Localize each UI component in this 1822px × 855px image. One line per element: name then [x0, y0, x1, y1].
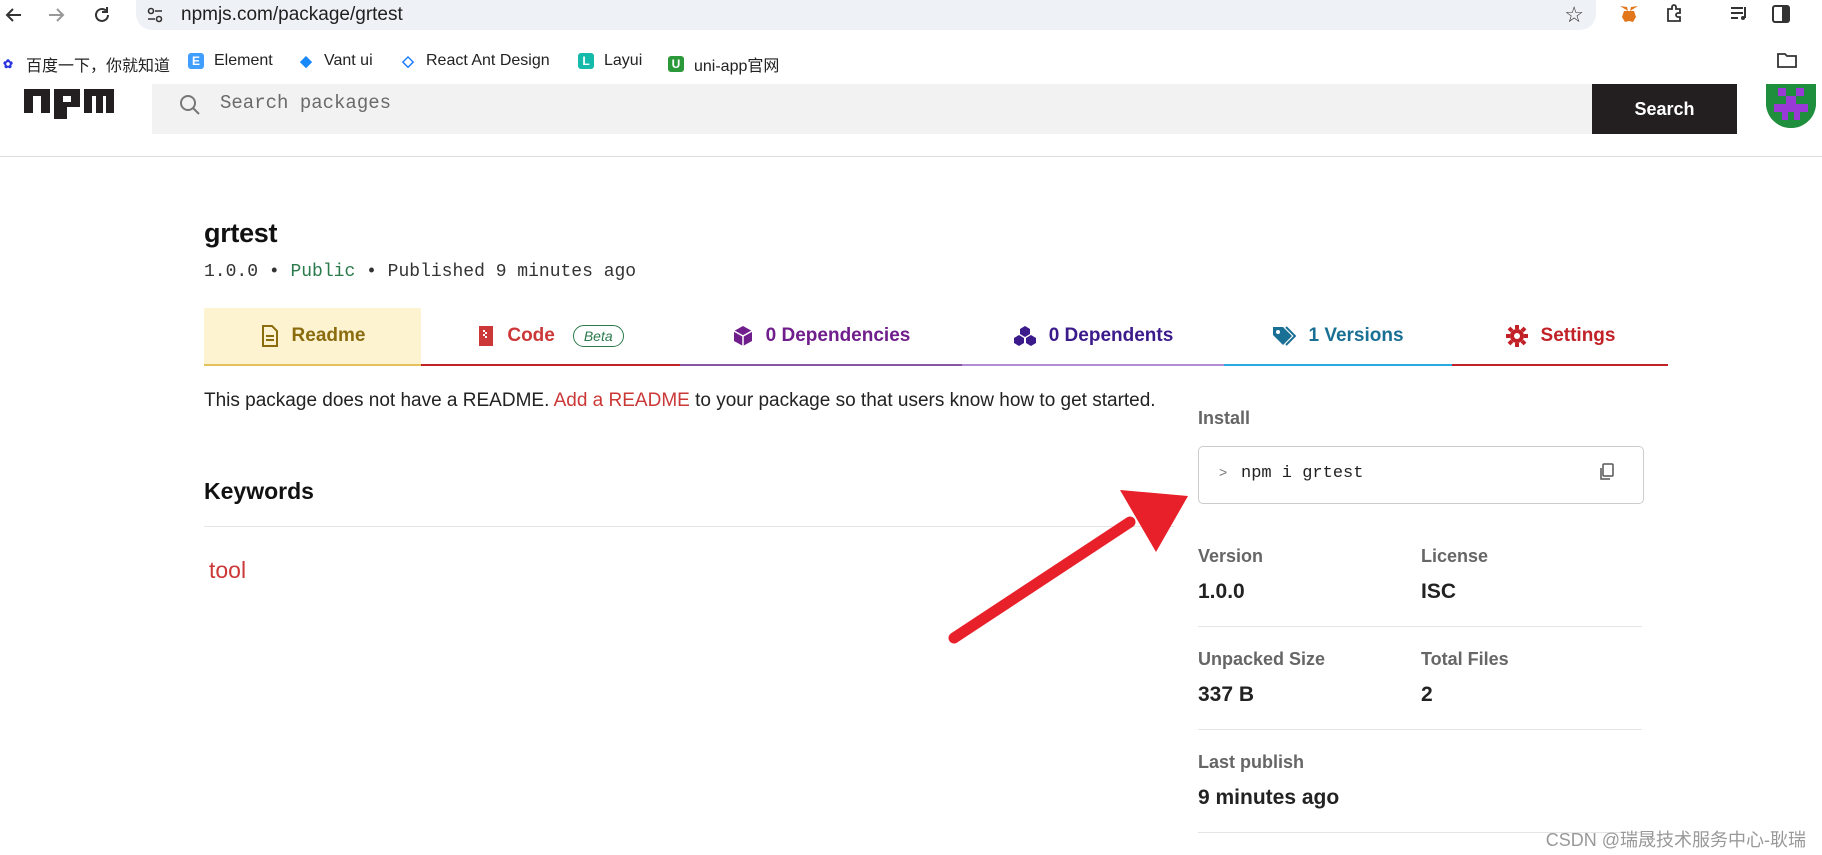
avatar[interactable] — [1766, 84, 1816, 128]
version-value: 1.0.0 — [1198, 580, 1245, 603]
tags-icon — [1272, 325, 1297, 347]
bookmark-label: Layui — [604, 52, 643, 69]
license-value: ISC — [1421, 580, 1457, 603]
bookmarks-bar: ✿ 百度一下，你就知道 E Element ◆ Vant ui ◇ React … — [0, 44, 1822, 78]
side-panel-icon[interactable] — [1770, 3, 1792, 31]
extensions-icon[interactable] — [1664, 3, 1686, 31]
unpacked-size-label: Unpacked Size — [1198, 649, 1326, 669]
readme-icon — [260, 325, 280, 347]
uniapp-icon: U — [668, 56, 684, 72]
package-visibility: Public — [290, 262, 356, 282]
tab-code[interactable]: Code Beta — [421, 308, 680, 366]
search-button[interactable]: Search — [1592, 84, 1737, 134]
search-icon — [178, 93, 202, 122]
divider — [1198, 729, 1642, 730]
readme-note-suffix: to your package so that users know how t… — [695, 390, 1156, 411]
tab-dependents[interactable]: 0 Dependents — [962, 308, 1224, 366]
bookmark-label: Element — [214, 52, 273, 69]
package-meta: 1.0.0 • Public • Published 9 minutes ago — [204, 262, 637, 282]
package-tabs: Readme Code Beta 0 Dependencies 0 Depend… — [204, 308, 1668, 366]
add-readme-link[interactable]: Add a README — [554, 390, 690, 411]
readme-note-prefix: This package does not have a README. — [204, 390, 550, 411]
site-info-icon[interactable] — [146, 6, 164, 28]
bookmark-label: Vant ui — [324, 52, 373, 69]
tab-dependencies[interactable]: 0 Dependencies — [680, 308, 962, 366]
beta-badge: Beta — [572, 325, 624, 347]
tab-label: 1 Versions — [1308, 325, 1404, 346]
last-publish-value: 9 minutes ago — [1198, 786, 1340, 809]
bookmark-vant[interactable]: ◆ Vant ui — [298, 52, 373, 70]
tab-readme[interactable]: Readme — [204, 308, 421, 366]
total-files-label: Total Files — [1421, 649, 1509, 669]
bookmark-uniapp[interactable]: U uni-app官网 — [668, 52, 779, 76]
antd-icon: ◇ — [402, 53, 414, 70]
address-bar[interactable]: npmjs.com/package/grtest ☆ — [136, 0, 1596, 30]
install-label: Install — [1198, 408, 1251, 428]
tab-label: 0 Dependents — [1048, 325, 1174, 346]
total-files-value: 2 — [1421, 683, 1433, 706]
npm-logo[interactable] — [24, 89, 114, 124]
npm-header: Search — [0, 84, 1822, 157]
code-icon — [477, 325, 495, 347]
gear-icon — [1505, 324, 1529, 348]
license-label: License — [1421, 546, 1489, 566]
baidu-icon: ✿ — [2, 57, 14, 71]
bookmark-label: 百度一下，你就知道 — [26, 58, 171, 75]
install-command[interactable]: npm i grtest — [1241, 464, 1363, 483]
boxes-icon — [1013, 325, 1037, 347]
tab-versions[interactable]: 1 Versions — [1224, 308, 1452, 366]
folder-icon[interactable] — [1776, 50, 1798, 76]
bookmark-label: React Ant Design — [426, 52, 550, 69]
bookmark-star-icon[interactable]: ☆ — [1564, 2, 1584, 28]
version-label: Version — [1198, 546, 1264, 566]
bookmark-antd[interactable]: ◇ React Ant Design — [400, 52, 550, 70]
layui-icon: L — [578, 53, 594, 69]
package-version: 1.0.0 — [204, 262, 259, 282]
tab-label: Code — [507, 325, 555, 346]
box-icon — [732, 325, 754, 347]
bookmark-label: uni-app官网 — [694, 58, 780, 75]
last-publish-label: Last publish — [1198, 752, 1305, 772]
install-command-box[interactable]: > npm i grtest — [1198, 446, 1644, 504]
tab-label: Readme — [291, 325, 366, 346]
readme-note: This package does not have a README. Add… — [204, 390, 1156, 412]
watermark: CSDN @瑞晟技术服务中心-耿瑞 — [1545, 830, 1806, 850]
package-published: Published 9 minutes ago — [387, 262, 637, 282]
bookmark-baidu[interactable]: ✿ 百度一下，你就知道 — [0, 52, 170, 76]
search-input[interactable] — [218, 91, 1522, 115]
tab-settings[interactable]: Settings — [1452, 308, 1668, 366]
bookmark-element[interactable]: E Element — [188, 52, 273, 70]
tab-label: 0 Dependencies — [765, 325, 911, 346]
back-icon[interactable] — [0, 1, 28, 29]
search-box — [152, 84, 1592, 134]
metamask-icon[interactable] — [1618, 3, 1640, 31]
media-control-icon[interactable] — [1728, 3, 1750, 31]
bookmark-layui[interactable]: L Layui — [578, 52, 642, 70]
keywords-heading: Keywords — [204, 478, 314, 504]
vant-icon: ◆ — [300, 53, 312, 70]
forward-icon[interactable] — [42, 1, 70, 29]
divider — [204, 526, 1174, 527]
reload-icon[interactable] — [88, 1, 116, 29]
package-name: grtest — [204, 218, 278, 248]
unpacked-size-value: 337 B — [1198, 683, 1255, 706]
divider — [1198, 626, 1642, 627]
copy-icon[interactable] — [1599, 463, 1615, 486]
terminal-prompt-icon: > — [1219, 464, 1228, 480]
url-text[interactable]: npmjs.com/package/grtest — [181, 4, 403, 26]
keyword-link[interactable]: tool — [209, 557, 246, 584]
browser-toolbar: npmjs.com/package/grtest ☆ — [0, 0, 1822, 30]
element-icon: E — [188, 53, 204, 69]
tab-label: Settings — [1540, 325, 1616, 346]
